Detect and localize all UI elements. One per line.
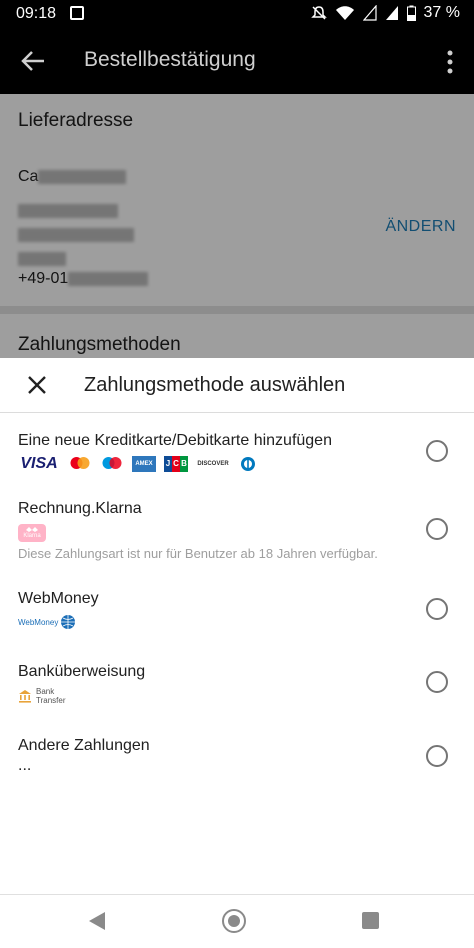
status-bar: 09:18 37 % (0, 0, 474, 28)
option-label: Rechnung.Klarna (18, 500, 142, 517)
webmoney-logo: WebMoney (18, 614, 76, 630)
nav-back-icon[interactable] (88, 911, 106, 931)
klarna-logo: Klarna (18, 524, 46, 542)
signal-empty-icon (362, 5, 377, 21)
radio-webmoney[interactable] (426, 598, 448, 620)
gallery-notification-icon (70, 6, 84, 20)
battery-percent: 37 % (423, 4, 460, 21)
modal-scrim[interactable] (0, 94, 474, 358)
radio-klarna[interactable] (426, 518, 448, 540)
amex-logo: AMEX (132, 456, 156, 472)
mastercard-logo (70, 457, 90, 469)
discover-logo: DISCOVER (197, 461, 229, 467)
visa-logo: VISA (20, 455, 58, 472)
payment-method-sheet: Zahlungsmethode auswählen Eine neue Kred… (0, 358, 474, 894)
globe-icon (61, 615, 76, 629)
back-arrow-icon[interactable] (18, 46, 48, 76)
card-logos: VISA AMEX JCB DISCOVER (18, 455, 258, 472)
option-label: Eine neue Kreditkarte/Debitkarte hinzufü… (18, 432, 332, 449)
option-klarna[interactable]: Rechnung.Klarna Klarna Diese Zahlungsart… (0, 500, 474, 566)
app-bar: Bestellbestätigung (0, 28, 474, 94)
status-time: 09:18 (16, 5, 57, 22)
option-webmoney[interactable]: WebMoney WebMoney (0, 590, 474, 634)
option-label: WebMoney (18, 590, 99, 607)
jcb-logo: JCB (164, 456, 188, 472)
radio-bank-transfer[interactable] (426, 671, 448, 693)
page-title: Bestellbestätigung (84, 48, 256, 71)
option-sub: ... (18, 757, 32, 774)
option-label: Andere Zahlungen (18, 737, 150, 754)
diners-club-logo (241, 457, 255, 471)
wifi-icon (335, 6, 354, 20)
sheet-divider (0, 412, 474, 413)
system-navigation-bar (0, 894, 474, 948)
battery-icon (406, 5, 416, 21)
option-bank-transfer[interactable]: Banküberweisung Bank Transfer (0, 663, 474, 707)
mute-icon (310, 6, 327, 20)
nav-home-icon[interactable] (222, 909, 246, 933)
bank-icon (19, 690, 31, 703)
maestro-logo (102, 457, 122, 469)
option-credit-card[interactable]: Eine neue Kreditkarte/Debitkarte hinzufü… (0, 432, 474, 482)
status-icons: 37 % (310, 4, 460, 22)
nav-recents-icon[interactable] (362, 912, 379, 929)
radio-other-payments[interactable] (426, 745, 448, 767)
option-label: Banküberweisung (18, 663, 146, 680)
bank-transfer-logo: Bank Transfer (18, 687, 66, 705)
more-vertical-icon[interactable] (446, 50, 454, 74)
signal-icon (385, 6, 398, 20)
age-restriction-note: Diese Zahlungsart ist nur für Benutzer a… (18, 546, 378, 561)
close-icon[interactable] (26, 374, 48, 396)
option-other-payments[interactable]: Andere Zahlungen ... (0, 737, 474, 781)
radio-credit-card[interactable] (426, 440, 448, 462)
sheet-title: Zahlungsmethode auswählen (84, 374, 346, 396)
